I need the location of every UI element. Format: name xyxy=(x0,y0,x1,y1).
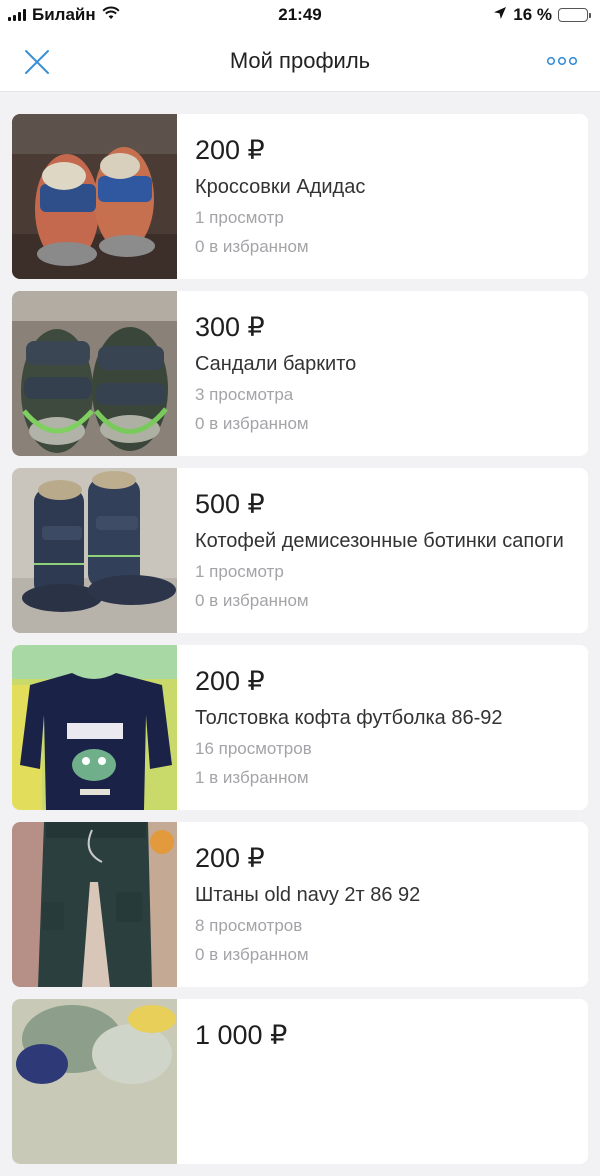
listing-price: 200 ₽ xyxy=(195,666,265,696)
listing-card[interactable]: 500 ₽ Котофей демисезонные ботинки сапог… xyxy=(12,468,588,633)
listing-card[interactable]: 1 000 ₽ xyxy=(12,999,588,1164)
listing-photo-clothes xyxy=(12,999,177,1164)
listing-list: 200 ₽ Кроссовки Адидас 1 просмотр 0 в из… xyxy=(12,114,588,1176)
listing-title: Котофей демисезонные ботинки сапоги xyxy=(195,530,564,552)
more-dots-icon xyxy=(546,56,578,66)
listing-price: 500 ₽ xyxy=(195,489,265,519)
listing-price: 1 000 ₽ xyxy=(195,1020,288,1050)
listing-price: 300 ₽ xyxy=(195,312,265,342)
listing-favorites: 0 в избранном xyxy=(195,414,309,433)
listing-photo-sweatshirt xyxy=(12,645,177,810)
listing-info: 200 ₽ Толстовка кофта футболка 86-92 16 … xyxy=(177,645,503,810)
listing-card[interactable]: 200 ₽ Кроссовки Адидас 1 просмотр 0 в из… xyxy=(12,114,588,279)
listing-views: 16 просмотров xyxy=(195,739,312,758)
listing-price: 200 ₽ xyxy=(195,843,265,873)
page-title: Мой профиль xyxy=(229,47,371,73)
close-button[interactable] xyxy=(22,47,52,77)
more-options-button[interactable] xyxy=(544,50,580,72)
status-left: Билайн xyxy=(8,5,120,25)
listing-views: 1 просмотр xyxy=(195,208,284,227)
listing-favorites: 1 в избранном xyxy=(195,768,309,787)
listing-favorites: 0 в избранном xyxy=(195,945,309,964)
listing-info: 500 ₽ Котофей демисезонные ботинки сапог… xyxy=(177,468,564,633)
listing-views: 3 просмотра xyxy=(195,385,294,404)
listing-info: 200 ₽ Штаны old navy 2т 86 92 8 просмотр… xyxy=(177,822,420,987)
listing-favorites: 0 в избранном xyxy=(195,237,309,256)
location-arrow-icon xyxy=(493,5,507,25)
battery-icon xyxy=(558,8,591,22)
listing-card[interactable]: 200 ₽ Толстовка кофта футболка 86-92 16 … xyxy=(12,645,588,810)
listing-card[interactable]: 300 ₽ Сандали баркито 3 просмотра 0 в из… xyxy=(12,291,588,456)
listing-price: 200 ₽ xyxy=(195,135,265,165)
carrier-name: Билайн xyxy=(32,5,96,24)
listing-views: 1 просмотр xyxy=(195,562,284,581)
listing-photo-boots xyxy=(12,468,177,633)
listing-title: Толстовка кофта футболка 86-92 xyxy=(195,707,503,729)
listing-favorites: 0 в избранном xyxy=(195,591,309,610)
listing-title: Сандали баркито xyxy=(195,353,357,375)
wifi-icon xyxy=(102,5,120,25)
close-icon xyxy=(25,50,49,74)
listing-info: 200 ₽ Кроссовки Адидас 1 просмотр 0 в из… xyxy=(177,114,365,279)
status-right: 16 % xyxy=(493,5,591,25)
listing-info: 300 ₽ Сандали баркито 3 просмотра 0 в из… xyxy=(177,291,356,456)
listing-photo-sandals xyxy=(12,291,177,456)
listing-info: 1 000 ₽ xyxy=(177,999,287,1164)
listing-title: Штаны old navy 2т 86 92 xyxy=(195,884,421,906)
battery-percent: 16 % xyxy=(513,5,552,24)
listing-photo-pants xyxy=(12,822,177,987)
cellular-signal-icon xyxy=(8,9,26,21)
status-bar: Билайн 21:49 16 % xyxy=(0,0,600,30)
listing-card[interactable]: 200 ₽ Штаны old navy 2т 86 92 8 просмотр… xyxy=(12,822,588,987)
listing-views: 8 просмотров xyxy=(195,916,303,935)
listing-title: Кроссовки Адидас xyxy=(195,176,366,198)
navigation-bar: Мой профиль xyxy=(0,30,600,92)
listing-photo-sneakers xyxy=(12,114,177,279)
